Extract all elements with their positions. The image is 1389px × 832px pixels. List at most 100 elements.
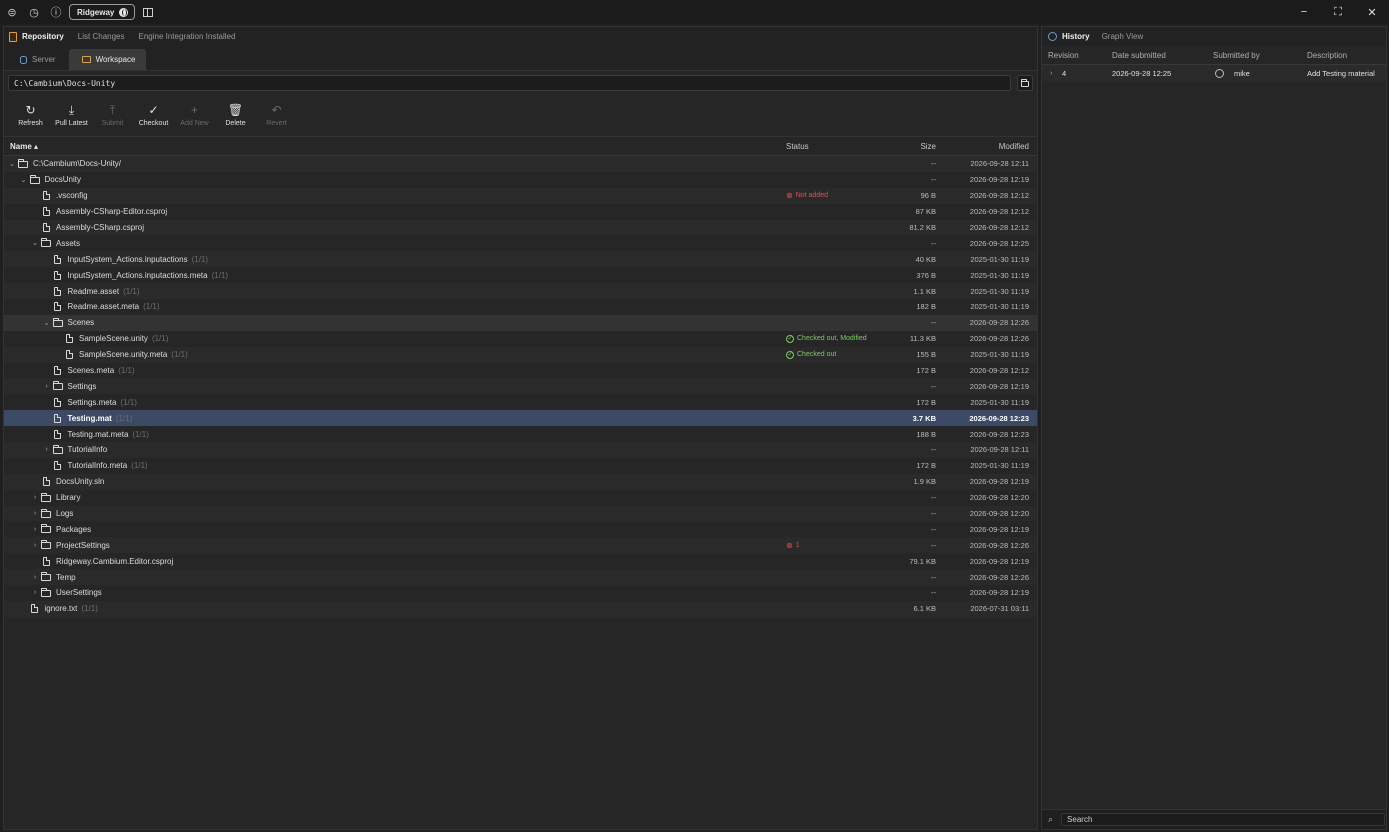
column-modified[interactable]: Modified xyxy=(999,142,1029,151)
layout-icon[interactable] xyxy=(143,7,154,17)
question-icon[interactable]: ⓘ xyxy=(45,0,67,24)
modified-date: 2026-09-28 12:12 xyxy=(969,207,1029,217)
file-tree-row[interactable]: ⌄ DocsUnity -- 2026-09-28 12:19 xyxy=(4,171,1037,188)
tab-workspace[interactable]: Workspace xyxy=(68,49,147,70)
tab-engine-integration[interactable]: Engine Integration Installed xyxy=(139,32,236,41)
file-tree-row[interactable]: Assembly-CSharp-Editor.csproj 87 KB 2026-0… xyxy=(4,203,1037,220)
clock-icon xyxy=(1048,32,1057,41)
title-bar: ⊜ ◷ ⓘ Ridgeway − ⛶ ✕ xyxy=(0,0,1389,24)
workspace-path-input[interactable]: C:\Cambium\Docs-Unity xyxy=(8,75,1011,91)
history-search-input[interactable]: Search xyxy=(1061,813,1386,826)
file-tree-row[interactable]: Readme.asset (1/1) 1.1 KB 2025-01-30 11:19 xyxy=(4,283,1037,300)
column-name[interactable]: Name ▴ xyxy=(10,142,38,151)
file-size: 6.1 KB xyxy=(913,604,936,614)
file-tree-row[interactable]: DocsUnity.sln 1.9 KB 2026-09-28 12:19 xyxy=(4,473,1037,490)
file-tree-row[interactable]: SampleScene.unity.meta (1/1) ✓ Checked out 1… xyxy=(4,346,1037,363)
file-tree-row[interactable]: › ProjectSettings ⊗ 1 -- 2026-09-28 12:26 xyxy=(4,537,1037,554)
file-tree-row[interactable]: ⌄ Assets -- 2026-09-28 12:25 xyxy=(4,235,1037,252)
file-size: 376 B xyxy=(916,270,936,280)
column-date-submitted[interactable]: Date submitted xyxy=(1112,51,1166,60)
chevron-right-icon[interactable]: › xyxy=(1050,70,1052,77)
file-tree-row[interactable]: Assembly-CSharp.csproj 81.2 KB 2026-09-28 … xyxy=(4,219,1037,236)
file-tree-row[interactable]: Scenes.meta (1/1) 172 B 2026-09-28 12:12 xyxy=(4,362,1037,379)
file-tree-row[interactable]: Testing.mat.meta (1/1) 188 B 2026-09-28 12:… xyxy=(4,426,1037,443)
column-status[interactable]: Status xyxy=(786,142,809,151)
file-name: SampleScene.unity.meta xyxy=(79,350,168,360)
file-tree-row[interactable]: › UserSettings -- 2026-09-28 12:19 xyxy=(4,585,1037,601)
file-tree-row[interactable]: ignore.txt (1/1) 6.1 KB 2026-07-31 03:11 xyxy=(4,600,1037,617)
add-new-button[interactable]: + Add New xyxy=(174,98,215,134)
file-size: 1.1 KB xyxy=(913,286,936,296)
toolbar-label: Submit xyxy=(101,120,124,127)
column-submitted-by[interactable]: Submitted by xyxy=(1213,51,1260,60)
chevron-down-icon[interactable]: ⌄ xyxy=(7,160,17,168)
file-tree-row[interactable]: › Packages -- 2026-09-28 12:19 xyxy=(4,521,1037,538)
checkout-button[interactable]: ✓ Checkout xyxy=(133,98,174,134)
file-tree-row[interactable]: SampleScene.unity (1/1) ✓ Checked out, Modi… xyxy=(4,330,1037,347)
chevron-right-icon[interactable]: › xyxy=(30,494,40,501)
file-tree-row[interactable]: ⌄ C:\Cambium\Docs-Unity/ -- 2026-09-28 12:1… xyxy=(4,156,1037,172)
tab-list-changes[interactable]: List Changes xyxy=(78,32,125,41)
modified-date: 2026-09-28 12:11 xyxy=(970,445,1029,455)
chevron-right-icon[interactable]: › xyxy=(30,510,40,517)
chevron-right-icon[interactable]: › xyxy=(42,446,52,453)
pull-latest-button[interactable]: ⤓ Pull Latest xyxy=(51,98,92,134)
tab-graph-view[interactable]: Graph View xyxy=(1102,32,1144,41)
toolbar-label: Delete xyxy=(225,120,246,127)
browse-folder-button[interactable] xyxy=(1017,75,1033,91)
minimize-button[interactable]: − xyxy=(1287,0,1321,24)
workspace-selector[interactable]: Ridgeway xyxy=(69,4,136,20)
help-circle-icon[interactable]: ⊜ xyxy=(1,0,23,24)
file-tree-row[interactable]: › Settings -- 2026-09-28 12:19 xyxy=(4,378,1037,395)
tab-repository[interactable]: Repository xyxy=(9,31,64,42)
close-button[interactable]: ✕ xyxy=(1355,0,1389,24)
chevron-right-icon[interactable]: › xyxy=(42,383,52,390)
file-tree-row[interactable]: Readme.asset.meta (1/1) 182 B 2025-01-30 11… xyxy=(4,299,1037,315)
modified-date: 2026-09-28 12:26 xyxy=(969,318,1029,328)
tab-label: List Changes xyxy=(77,32,125,41)
file-tree-row[interactable]: InputSystem_Actions.inputactions.meta (1/… xyxy=(4,267,1037,284)
chevron-down-icon[interactable]: ⌄ xyxy=(19,176,29,184)
file-size: -- xyxy=(931,524,936,534)
file-size: 188 B xyxy=(916,429,936,439)
tab-history[interactable]: History xyxy=(1048,32,1090,41)
tab-server[interactable]: Server xyxy=(7,49,67,70)
file-tree-row[interactable]: ⌄ Scenes -- 2026-09-28 12:26 xyxy=(4,314,1037,331)
column-revision[interactable]: Revision xyxy=(1048,51,1079,60)
error-circle-icon: ⊗ xyxy=(786,540,793,550)
file-tree-row[interactable]: › Library -- 2026-09-28 12:20 xyxy=(4,489,1037,506)
file-name: Scenes.meta xyxy=(67,366,115,376)
modified-date: 2026-09-28 12:19 xyxy=(969,381,1029,391)
history-icon[interactable]: ◷ xyxy=(23,0,45,24)
file-size: 11.3 KB xyxy=(909,334,936,344)
chevron-right-icon[interactable]: › xyxy=(30,574,40,581)
file-tree-row[interactable]: .vsconfig ⊗ Not added 96 B 2026-09-28 12:12 xyxy=(4,187,1037,204)
repository-tabs: Repository List Changes Engine Integrati… xyxy=(4,27,1037,46)
chevron-right-icon[interactable]: › xyxy=(30,542,40,549)
revert-button[interactable]: ↶ Revert xyxy=(256,98,297,134)
delete-button[interactable]: 🗑 Delete xyxy=(215,98,256,134)
file-tree-row[interactable]: › Temp -- 2026-09-28 12:26 xyxy=(4,569,1037,586)
refresh-button[interactable]: ↻ Refresh xyxy=(10,98,51,134)
file-tree-row[interactable]: Ridgeway.Cambium.Editor.csproj 79.1 KB 202… xyxy=(4,553,1037,570)
column-description[interactable]: Description xyxy=(1307,51,1347,60)
file-tree-row[interactable]: › Logs -- 2026-09-28 12:20 xyxy=(4,505,1037,522)
chevron-right-icon[interactable]: › xyxy=(30,526,40,533)
file-size: 79.1 KB xyxy=(909,556,936,566)
check-circle-icon: ✓ xyxy=(786,350,794,359)
column-size[interactable]: Size xyxy=(920,142,936,151)
chevron-down-icon[interactable]: ⌄ xyxy=(30,239,40,247)
file-tree-row[interactable]: › TutorialInfo -- 2026-09-28 12:11 xyxy=(4,442,1037,458)
file-tree-row[interactable]: Testing.mat (1/1) 3.7 KB 2026-09-28 12:23 xyxy=(4,410,1037,427)
file-tree-row[interactable]: Settings.meta (1/1) 172 B 2025-01-30 11:19 xyxy=(4,394,1037,411)
file-tree-row[interactable]: InputSystem_Actions.inputactions (1/1) 40 … xyxy=(4,251,1037,268)
folder-icon xyxy=(40,540,52,550)
file-tree-row[interactable]: TutorialInfo.meta (1/1) 172 B 2025-01-30 11… xyxy=(4,457,1037,474)
submit-button[interactable]: ⤒ Submit xyxy=(92,98,133,134)
history-row[interactable]: › 4 2026-09-28 12:25 mike Add Testing ma… xyxy=(1042,65,1386,81)
maximize-button[interactable]: ⛶ xyxy=(1321,0,1355,24)
version-count: (1/1) xyxy=(171,350,188,360)
chevron-right-icon[interactable]: › xyxy=(30,589,40,596)
version-count: (1/1) xyxy=(191,254,209,264)
chevron-down-icon[interactable]: ⌄ xyxy=(42,319,52,327)
